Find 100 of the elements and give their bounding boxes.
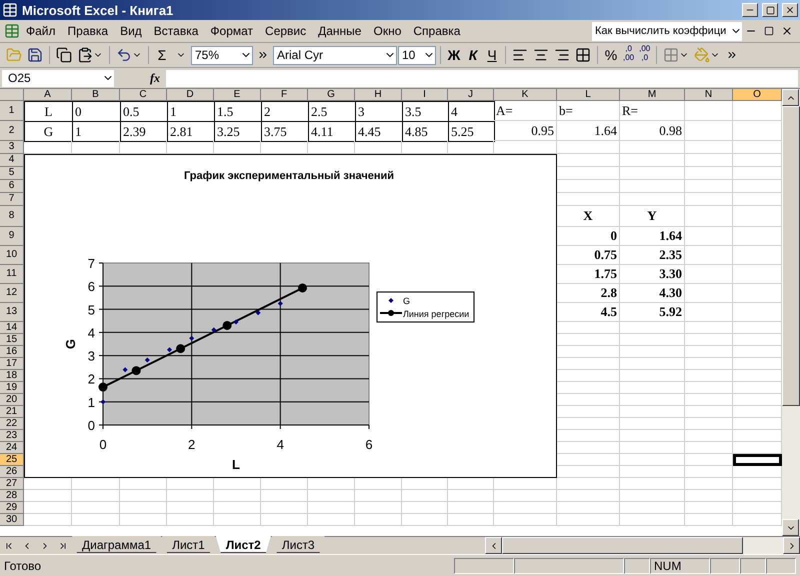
row-header[interactable]: 1 — [0, 101, 24, 121]
table-cell[interactable]: 1.64 — [620, 227, 685, 246]
sheet-tab[interactable]: Диаграмма1 — [72, 536, 162, 553]
increase-decimal-button[interactable]: ,0 ,00 — [621, 44, 636, 66]
x-tick-label: 0 — [99, 437, 107, 452]
menu-item[interactable]: Справка — [407, 22, 466, 40]
row-header[interactable]: 5 — [0, 167, 24, 180]
table-cell[interactable]: 0.95 — [494, 121, 557, 141]
menu-item[interactable]: Формат — [204, 22, 260, 40]
table-cell[interactable]: 4 — [448, 101, 495, 122]
window-title: Microsoft Excel - Книга1 — [22, 2, 174, 18]
font-size-dropdown[interactable]: 10 — [398, 46, 436, 64]
row-header[interactable]: 8 — [0, 206, 24, 227]
name-box[interactable]: O25 — [2, 70, 114, 86]
percent-button[interactable]: % — [602, 44, 620, 66]
column-header[interactable]: K — [494, 89, 557, 101]
table-cell[interactable]: 2.35 — [620, 246, 685, 265]
row-header[interactable]: 6 — [0, 180, 24, 193]
row-header[interactable]: 14 — [0, 322, 24, 334]
table-cell[interactable]: G — [24, 121, 73, 142]
row-header[interactable]: 11 — [0, 265, 24, 284]
column-header[interactable]: L — [557, 89, 620, 101]
font-dropdown[interactable]: Arial Cyr — [273, 46, 397, 64]
y-tick-label: 4 — [88, 325, 95, 340]
row-header[interactable]: 17 — [0, 358, 24, 370]
y-tick-label: 0 — [88, 418, 95, 433]
column-header[interactable]: G — [308, 89, 355, 101]
row-header[interactable]: 16 — [0, 346, 24, 358]
table-cell[interactable]: R= — [620, 101, 685, 121]
row-header[interactable]: 2 — [0, 121, 24, 141]
menu-item[interactable]: Вставка — [148, 22, 204, 40]
menu-item[interactable]: Правка — [62, 22, 114, 40]
row-header[interactable]: 7 — [0, 193, 24, 206]
table-cell[interactable]: 0.98 — [620, 121, 685, 141]
row-header[interactable]: 24 — [0, 442, 24, 454]
function-label[interactable]: fx — [150, 70, 160, 86]
row-header[interactable]: 13 — [0, 303, 24, 322]
column-header[interactable]: N — [685, 89, 733, 101]
menu-item[interactable]: Окно — [367, 22, 408, 40]
row-header[interactable]: 19 — [0, 382, 24, 394]
y-tick-label: 7 — [88, 256, 95, 271]
table-cell[interactable]: 5.25 — [448, 121, 495, 142]
row-header[interactable]: 22 — [0, 418, 24, 430]
table-cell[interactable]: 4.30 — [620, 284, 685, 303]
decrease-decimal-button[interactable]: ,00 ,0 — [637, 44, 652, 66]
row-header[interactable]: 30 — [0, 514, 24, 526]
bold-button[interactable]: Ж — [445, 44, 463, 66]
column-header[interactable]: C — [120, 89, 167, 101]
x-tick-label: 2 — [188, 437, 196, 452]
row-header[interactable]: 3 — [0, 141, 24, 154]
row-header[interactable]: 4 — [0, 154, 24, 167]
table-cell[interactable]: 5.92 — [620, 303, 685, 322]
menu-item[interactable]: Файл — [20, 22, 62, 40]
column-header[interactable]: B — [72, 89, 120, 101]
row-header[interactable]: 28 — [0, 490, 24, 502]
table-cell[interactable]: 3.30 — [620, 265, 685, 284]
sheet-tab[interactable]: Лист2 — [216, 536, 271, 553]
column-header[interactable]: F — [261, 89, 308, 101]
table-cell[interactable]: Y — [620, 206, 685, 227]
row-header[interactable]: 29 — [0, 502, 24, 514]
table-cell[interactable]: 1.64 — [557, 121, 620, 141]
column-header[interactable]: D — [167, 89, 214, 101]
row-header[interactable]: 25 — [0, 454, 24, 466]
menu-item[interactable]: Данные — [312, 22, 368, 40]
menu-item[interactable]: Сервис — [259, 22, 312, 40]
column-header[interactable]: I — [402, 89, 448, 101]
column-header[interactable]: J — [448, 89, 494, 101]
row-header[interactable]: 15 — [0, 334, 24, 346]
y-tick-label: 3 — [88, 348, 95, 364]
help-search-field[interactable]: Как вычислить коэффици — [592, 22, 742, 40]
legend-label: G — [403, 296, 410, 306]
italic-button[interactable]: К — [464, 44, 482, 66]
row-header[interactable]: 21 — [0, 406, 24, 418]
underline-button[interactable]: Ч — [483, 44, 501, 66]
sheet-tab[interactable]: Лист1 — [162, 536, 215, 553]
table-cell[interactable]: A= — [494, 101, 557, 121]
row-header[interactable]: 20 — [0, 394, 24, 406]
menu-item[interactable]: Вид — [114, 22, 148, 40]
column-header[interactable]: H — [355, 89, 402, 101]
autosum-button[interactable]: Σ — [153, 44, 171, 66]
table-cell[interactable]: b= — [557, 101, 620, 121]
row-header[interactable]: 10 — [0, 246, 24, 265]
column-header[interactable]: O — [733, 89, 782, 101]
row-header[interactable]: 9 — [0, 227, 24, 246]
legend-label: Линия регресии — [403, 309, 470, 319]
y-axis-title: G — [63, 338, 78, 350]
row-header[interactable]: 27 — [0, 478, 24, 490]
column-header[interactable]: E — [214, 89, 261, 101]
row-header[interactable]: 23 — [0, 430, 24, 442]
y-tick-label: 6 — [88, 279, 95, 294]
chart-title: График экспериментальный значений — [184, 170, 394, 182]
zoom-dropdown[interactable]: 75% — [191, 46, 253, 64]
sheet-tab[interactable]: Лист3 — [272, 536, 325, 553]
row-header[interactable]: 18 — [0, 370, 24, 382]
row-header[interactable]: 26 — [0, 466, 24, 478]
column-header[interactable]: M — [620, 89, 685, 101]
column-header[interactable]: A — [24, 89, 72, 101]
table-cell[interactable]: L — [24, 101, 73, 122]
y-tick-label: 1 — [88, 394, 95, 410]
row-header[interactable]: 12 — [0, 284, 24, 303]
